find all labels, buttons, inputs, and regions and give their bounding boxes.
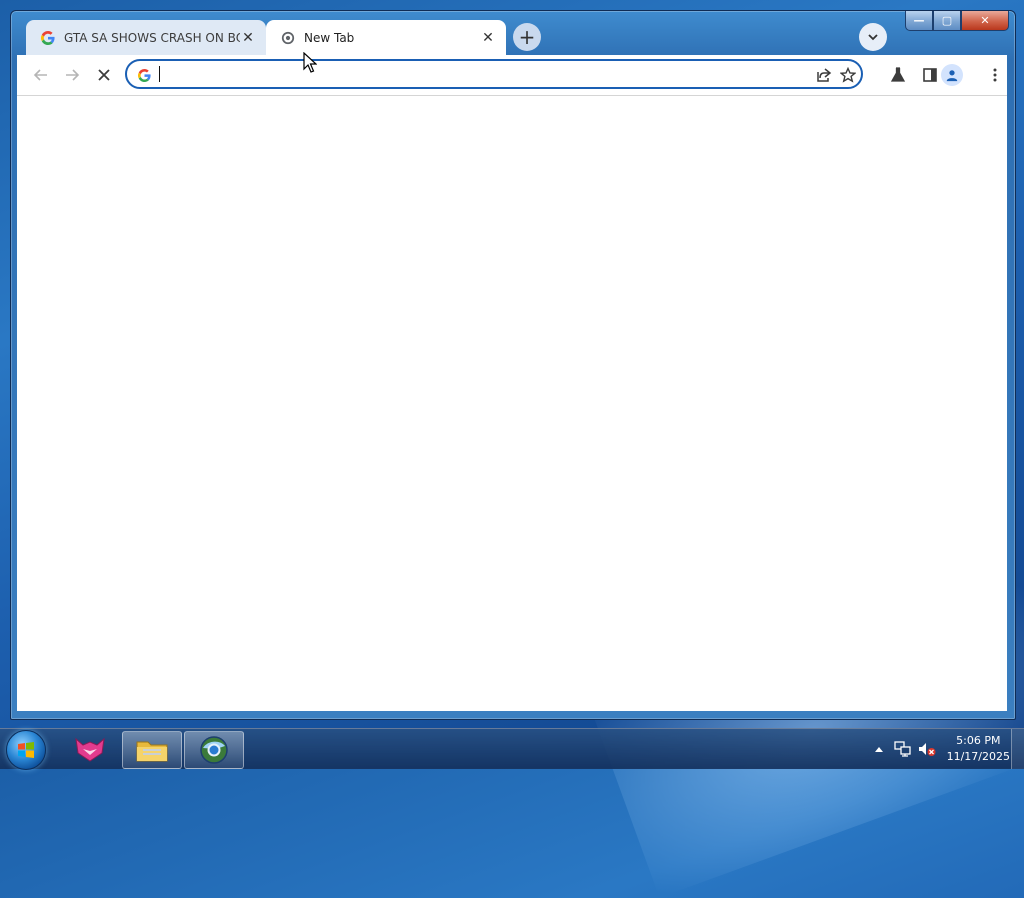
address-bar[interactable] bbox=[125, 59, 863, 89]
start-orb-icon[interactable] bbox=[6, 730, 46, 770]
clock-date: 11/17/2025 bbox=[946, 750, 1010, 763]
tab-new-tab[interactable]: New Tab ✕ bbox=[266, 20, 506, 55]
minimize-button[interactable]: — bbox=[905, 11, 933, 31]
stop-loading-icon bbox=[98, 69, 110, 81]
menu-dots-icon[interactable] bbox=[985, 65, 1005, 85]
volume-muted-icon[interactable] bbox=[917, 739, 937, 759]
side-panel-icon[interactable] bbox=[920, 65, 940, 85]
browser-toolbar bbox=[17, 55, 1007, 96]
tab-close-icon[interactable]: ✕ bbox=[240, 30, 256, 46]
clock-time: 5:06 PM bbox=[956, 734, 1001, 747]
tab-title: New Tab bbox=[304, 30, 355, 45]
page-content-area[interactable] bbox=[17, 96, 1007, 711]
stop-loading-button[interactable] bbox=[94, 65, 114, 85]
back-arrow-icon bbox=[33, 69, 47, 81]
show-hidden-icons-arrow[interactable] bbox=[869, 739, 889, 759]
loading-spinner-icon bbox=[280, 30, 296, 46]
browser-app-icon[interactable] bbox=[184, 731, 244, 769]
back-button[interactable] bbox=[31, 65, 51, 85]
address-input[interactable] bbox=[157, 64, 801, 86]
taskbar-clock[interactable]: 5:06 PM 11/17/2025 bbox=[947, 733, 1010, 765]
text-caret bbox=[159, 66, 160, 82]
bookmark-star-icon[interactable] bbox=[839, 66, 857, 84]
google-g-icon bbox=[40, 30, 56, 46]
system-tray: 5:06 PM 11/17/2025 bbox=[865, 729, 1010, 769]
forward-arrow-icon bbox=[66, 69, 80, 81]
window-controls: — ▢ ✕ bbox=[905, 11, 1009, 31]
chevron-down-icon bbox=[868, 34, 878, 41]
profile-icon[interactable] bbox=[941, 64, 963, 86]
tab-search-button[interactable] bbox=[859, 23, 887, 51]
mouse-cursor-icon bbox=[303, 52, 317, 73]
file-explorer-icon[interactable] bbox=[122, 731, 182, 769]
browser-window: GTA SA SHOWS CRASH ON BOO ✕ New Tab ✕ + … bbox=[10, 10, 1016, 720]
network-icon[interactable] bbox=[893, 739, 913, 759]
taskbar: 5:06 PM 11/17/2025 bbox=[0, 728, 1024, 770]
labs-flask-icon[interactable] bbox=[888, 65, 908, 85]
share-icon[interactable] bbox=[815, 66, 833, 84]
forward-button[interactable] bbox=[62, 65, 82, 85]
new-tab-button[interactable]: + bbox=[513, 23, 541, 51]
close-window-button[interactable]: ✕ bbox=[961, 11, 1009, 31]
tab-strip: GTA SA SHOWS CRASH ON BOO ✕ New Tab ✕ + … bbox=[11, 11, 1015, 55]
tab-close-icon[interactable]: ✕ bbox=[480, 30, 496, 46]
tab-gta-sa-crash[interactable]: GTA SA SHOWS CRASH ON BOO ✕ bbox=[26, 20, 266, 55]
maximize-button[interactable]: ▢ bbox=[933, 11, 961, 31]
show-desktop-button[interactable] bbox=[1011, 729, 1024, 769]
app-fox-icon[interactable] bbox=[64, 731, 116, 767]
google-g-icon bbox=[136, 67, 152, 83]
tab-title: GTA SA SHOWS CRASH ON BOO bbox=[64, 30, 240, 45]
